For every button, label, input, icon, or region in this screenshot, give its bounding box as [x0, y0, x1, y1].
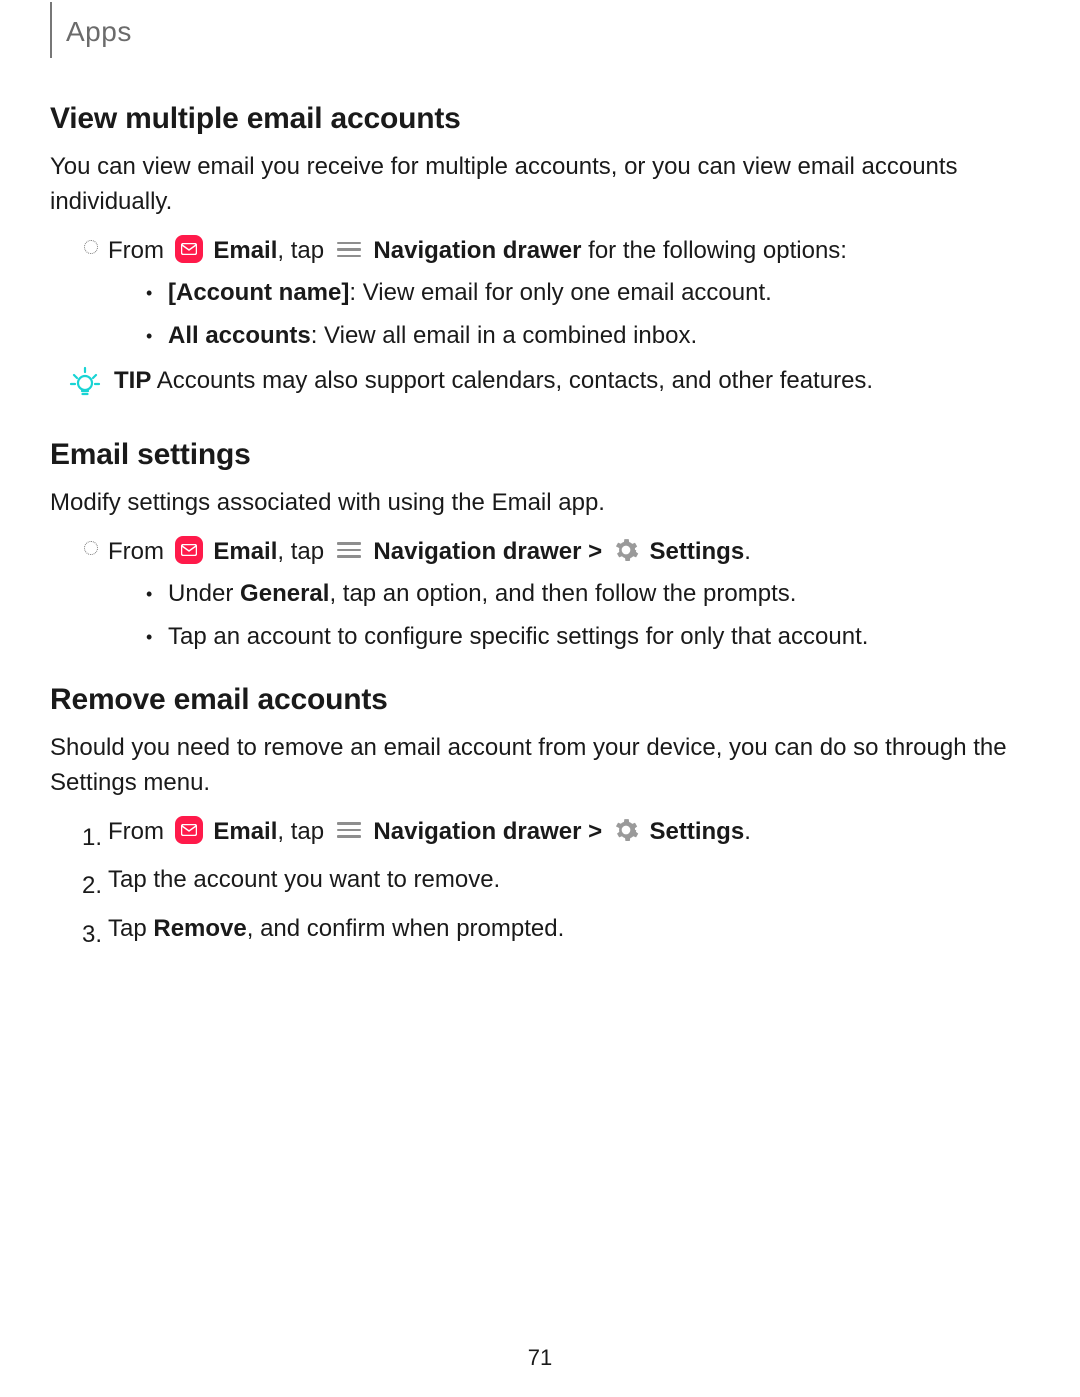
step-content: From Email, tap Navigation drawer > Sett… [108, 815, 1030, 850]
tip-text: Accounts may also support calendars, con… [151, 367, 873, 394]
instruction-step: 1. From Email, tap Navigation drawer > S… [50, 815, 1030, 856]
bullet-dot-icon: • [146, 577, 168, 607]
bullet-dot-icon: • [146, 620, 168, 650]
page: Apps View multiple email accounts You ca… [0, 0, 1080, 1397]
section-intro: Modify settings associated with using th… [50, 486, 1030, 521]
instruction-step: 3. Tap Remove, and confirm when prompted… [50, 912, 1030, 953]
header-title: Apps [66, 10, 132, 58]
bullet-marker [74, 234, 108, 254]
text: From [108, 538, 171, 565]
gear-icon [613, 817, 639, 843]
section-intro: Should you need to remove an email accou… [50, 731, 1030, 801]
text: , tap [277, 818, 330, 845]
instruction-step: From Email, tap Navigation drawer for th… [50, 234, 1030, 269]
email-icon [175, 816, 203, 844]
label: General [240, 580, 329, 607]
section-heading: View multiple email accounts [50, 102, 1030, 136]
sub-content: Under General, tap an option, and then f… [168, 577, 1030, 612]
text: , tap an option, and then follow the pro… [329, 580, 796, 607]
tip-label: TIP [114, 367, 151, 394]
text: Tap [108, 915, 153, 942]
step-content: From Email, tap Navigation drawer > Sett… [108, 535, 1030, 570]
text: , and confirm when prompted. [247, 915, 565, 942]
text: for the following options: [581, 237, 847, 264]
sub-content: All accounts: View all email in a combin… [168, 319, 1030, 354]
settings-label: Settings [650, 538, 745, 565]
tip-content: TIP Accounts may also support calendars,… [114, 364, 1030, 399]
navigation-drawer-icon [337, 239, 361, 259]
sub-bullet: • All accounts: View all email in a comb… [50, 319, 1030, 354]
breadcrumb-sep: > [581, 538, 608, 565]
navigation-drawer-icon [337, 820, 361, 840]
section-heading: Remove email accounts [50, 683, 1030, 717]
email-label: Email [213, 538, 277, 565]
text: From [108, 237, 171, 264]
step-content: Tap Remove, and confirm when prompted. [108, 912, 1030, 947]
instruction-step: From Email, tap Navigation drawer > Sett… [50, 535, 1030, 570]
nav-label: Navigation drawer [373, 818, 581, 845]
email-label: Email [213, 237, 277, 264]
text: From [108, 818, 171, 845]
step-content: Tap the account you want to remove. [108, 863, 1030, 898]
navigation-drawer-icon [337, 540, 361, 560]
sub-bullet: • Under General, tap an option, and then… [50, 577, 1030, 612]
label: [Account name] [168, 279, 349, 306]
email-label: Email [213, 818, 277, 845]
dotted-circle-icon [84, 541, 98, 555]
text: Tap the account you want to remove. [108, 866, 500, 893]
sub-content: Tap an account to configure specific set… [168, 620, 1030, 655]
label: Remove [153, 915, 246, 942]
text: . [744, 538, 751, 565]
step-number: 1. [74, 815, 108, 856]
email-icon [175, 235, 203, 263]
section-heading: Email settings [50, 438, 1030, 472]
sub-bullet: • Tap an account to configure specific s… [50, 620, 1030, 655]
step-content: From Email, tap Navigation drawer for th… [108, 234, 1030, 269]
bullet-dot-icon: • [146, 276, 168, 306]
lightbulb-icon [68, 364, 104, 410]
bullet-marker [74, 535, 108, 555]
text: : View all email in a combined inbox. [311, 322, 697, 349]
section-intro: You can view email you receive for multi… [50, 150, 1030, 220]
gear-icon [613, 537, 639, 563]
header-divider [50, 2, 52, 58]
section-view-multiple: View multiple email accounts You can vie… [50, 102, 1030, 410]
dotted-circle-icon [84, 240, 98, 254]
email-icon [175, 536, 203, 564]
sub-content: [Account name]: View email for only one … [168, 276, 1030, 311]
step-number: 3. [74, 912, 108, 953]
nav-label: Navigation drawer [373, 538, 581, 565]
text: : View email for only one email account. [349, 279, 771, 306]
bullet-dot-icon: • [146, 319, 168, 349]
text: Tap an account to configure specific set… [168, 623, 868, 650]
nav-label: Navigation drawer [373, 237, 581, 264]
text: , tap [277, 538, 330, 565]
section-email-settings: Email settings Modify settings associate… [50, 438, 1030, 655]
text: , tap [277, 237, 330, 264]
page-number: 71 [0, 1345, 1080, 1371]
text: Under [168, 580, 240, 607]
text: . [744, 818, 751, 845]
sub-bullet: • [Account name]: View email for only on… [50, 276, 1030, 311]
section-remove-accounts: Remove email accounts Should you need to… [50, 683, 1030, 953]
page-header: Apps [50, 10, 1030, 58]
tip-callout: TIP Accounts may also support calendars,… [50, 364, 1030, 410]
step-number: 2. [74, 863, 108, 904]
settings-label: Settings [650, 818, 745, 845]
breadcrumb-sep: > [581, 818, 608, 845]
label: All accounts [168, 322, 311, 349]
instruction-step: 2. Tap the account you want to remove. [50, 863, 1030, 904]
